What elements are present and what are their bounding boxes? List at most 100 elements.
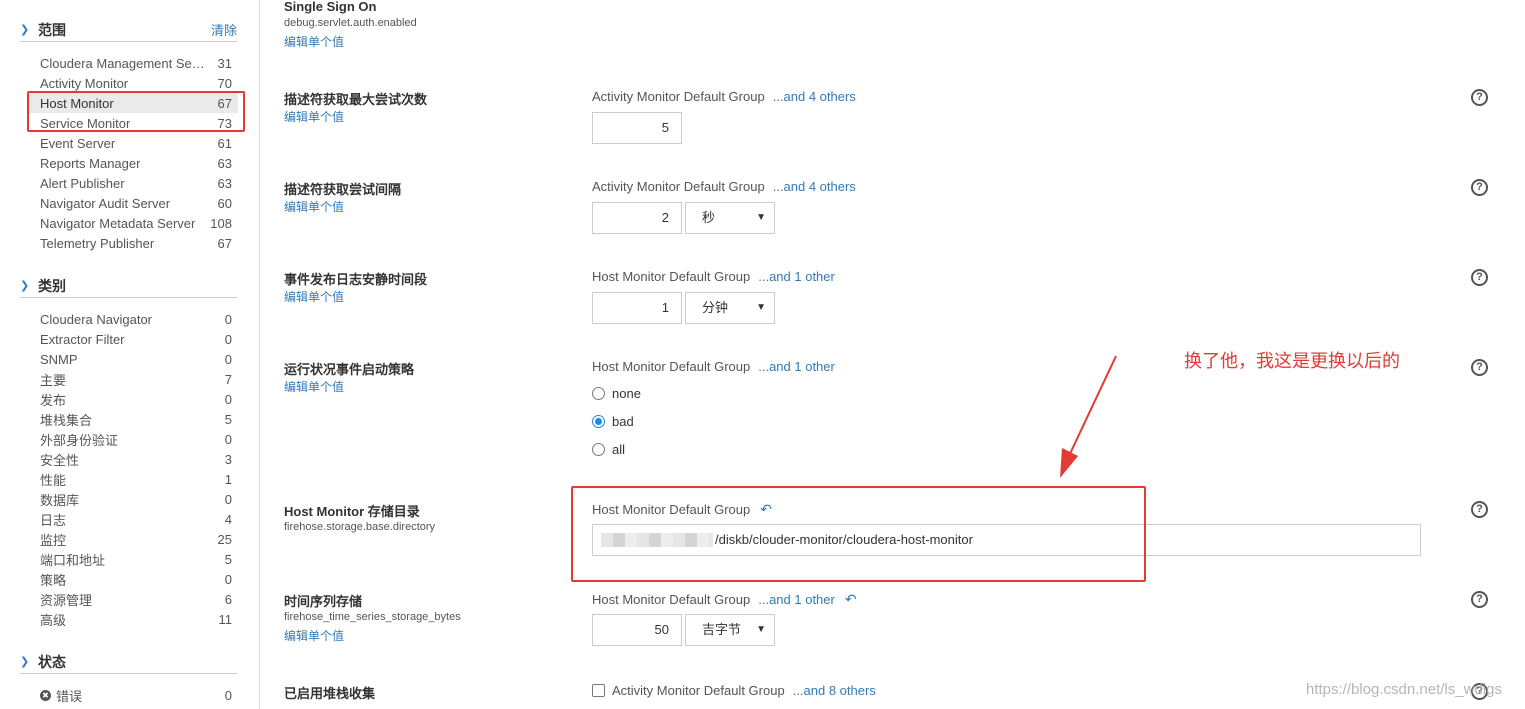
group-name: Host Monitor Default Group [592,269,751,284]
radio-label: none [612,386,641,401]
category-item[interactable]: 外部身份验证 0 [28,429,238,449]
category-item[interactable]: 安全性 3 [28,449,238,469]
scope-item[interactable]: Telemetry Publisher 67 [28,233,238,253]
category-item[interactable]: 性能 1 [28,469,238,489]
category-item-count: 0 [224,391,232,407]
quiet-period-input[interactable]: 1 [592,292,682,324]
scope-item-label: Host Monitor [40,95,114,111]
radio-button[interactable] [592,387,605,400]
category-item-count: 0 [224,351,232,367]
chevron-down-icon: ❯ [20,280,30,292]
category-item[interactable]: 数据库 0 [28,489,238,509]
category-item-label: 主要 [40,372,67,388]
category-item[interactable]: 端口和地址 5 [28,549,238,569]
size-unit-select[interactable]: 吉字节 ▼ [685,614,775,646]
category-item-count: 5 [224,551,232,567]
category-item-label: 端口和地址 [40,552,106,568]
category-item[interactable]: 资源管理 6 [28,589,238,609]
category-item[interactable]: 主要 7 [28,369,238,389]
edit-single-value-link[interactable]: 编辑单个值 [284,627,344,644]
stack-collection-checkbox[interactable] [592,684,605,697]
category-item-label: Extractor Filter [40,331,125,347]
edit-single-value-link[interactable]: 编辑单个值 [284,33,344,50]
category-item[interactable]: 策略 0 [28,569,238,589]
edit-single-value-link[interactable]: 编辑单个值 [284,108,344,125]
category-item-count: 0 [224,571,232,587]
edit-single-value-link[interactable]: 编辑单个值 [284,198,344,215]
select-value: 吉字节 [702,622,742,637]
radio-option-bad[interactable]: bad [592,414,634,429]
scope-item[interactable]: Event Server 61 [28,133,238,153]
category-section-header[interactable]: ❯ 类别 [20,274,237,298]
others-link[interactable]: ...and 1 other [758,359,835,374]
category-item[interactable]: 发布 0 [28,389,238,409]
others-link[interactable]: ...and 4 others [773,179,856,194]
time-unit-select[interactable]: 秒 ▼ [685,202,775,234]
category-item[interactable]: 监控 25 [28,529,238,549]
others-link[interactable]: ...and 4 others [773,89,856,104]
category-item-count: 4 [224,511,232,527]
clear-filter-link[interactable]: 清除 [211,20,237,39]
category-item[interactable]: Cloudera Navigator 0 [28,309,238,329]
radio-button-selected[interactable] [592,415,605,428]
category-item[interactable]: 堆栈集合 5 [28,409,238,429]
category-item[interactable]: 高级 11 [28,609,238,629]
help-icon[interactable]: ? [1471,591,1488,608]
storage-directory-input[interactable]: /diskb/clouder-monitor/cloudera-host-mon… [592,524,1421,556]
help-icon[interactable]: ? [1471,501,1488,518]
help-icon[interactable]: ? [1471,359,1488,376]
undo-icon[interactable]: ↶ [845,591,857,608]
edit-single-value-link[interactable]: 编辑单个值 [284,378,344,395]
setting-name: 描述符获取最大尝试次数 [284,92,428,107]
category-item[interactable]: SNMP 0 [28,349,238,369]
scope-item-label: Event Server [40,135,116,151]
time-unit-select[interactable]: 分钟 ▼ [685,292,775,324]
max-attempts-input[interactable]: 5 [592,112,682,144]
scope-item[interactable]: Service Monitor 73 [28,113,238,133]
scope-item[interactable]: Alert Publisher 63 [28,173,238,193]
category-item-count: 0 [224,311,232,327]
category-item-count: 25 [217,531,232,547]
scope-item-selected[interactable]: Host Monitor 67 [28,93,238,113]
radio-option-all[interactable]: all [592,442,625,457]
scope-item-label: Telemetry Publisher [40,235,155,251]
annotation-text: 换了他，我这是更换以后的 [1184,351,1400,371]
radio-button[interactable] [592,443,605,456]
filter-sidebar: ❯ 范围 清除 Cloudera Management Servi... 31 A… [0,0,260,709]
category-item-label: 安全性 [40,452,80,468]
category-item[interactable]: 日志 4 [28,509,238,529]
scope-item[interactable]: Navigator Metadata Server 108 [28,213,238,233]
scope-item[interactable]: Cloudera Management Servi... 31 [28,53,238,73]
radio-option-none[interactable]: none [592,386,641,401]
others-link[interactable]: ...and 1 other [758,592,835,607]
scope-item[interactable]: Navigator Audit Server 60 [28,193,238,213]
setting-key: debug.servlet.auth.enabled [284,17,417,29]
category-item-label: 外部身份验证 [40,432,119,448]
scope-section-header[interactable]: ❯ 范围 清除 [20,18,237,42]
others-link[interactable]: ...and 8 others [793,683,876,698]
help-icon[interactable]: ? [1471,89,1488,106]
config-group: Activity Monitor Default Group ...and 4 … [592,89,856,104]
status-section-header[interactable]: ❯ 状态 [20,650,237,674]
scope-item[interactable]: Reports Manager 63 [28,153,238,173]
help-icon[interactable]: ? [1471,179,1488,196]
group-name: Activity Monitor Default Group [592,179,765,194]
undo-icon[interactable]: ↶ [760,501,772,518]
category-item[interactable]: Extractor Filter 0 [28,329,238,349]
others-link[interactable]: ...and 1 other [758,269,835,284]
chevron-down-icon: ❯ [20,656,30,668]
group-name: Host Monitor Default Group [592,502,751,517]
scope-item-label: Alert Publisher [40,175,125,191]
time-series-storage-input[interactable]: 50 [592,614,682,646]
scope-item-count: 63 [217,155,232,171]
status-item-error[interactable]: ✖ 错误 0 [28,685,238,705]
config-group: Host Monitor Default Group ...and 1 othe… [592,591,857,608]
scope-item-label: Navigator Metadata Server [40,215,196,231]
edit-single-value-link[interactable]: 编辑单个值 [284,288,344,305]
attempt-interval-input[interactable]: 2 [592,202,682,234]
scope-item-label: Cloudera Management Servi... [40,55,208,71]
help-icon[interactable]: ? [1471,269,1488,286]
scope-item[interactable]: Activity Monitor 70 [28,73,238,93]
status-title: 状态 [38,653,66,670]
arrow-shaft [1067,355,1117,459]
